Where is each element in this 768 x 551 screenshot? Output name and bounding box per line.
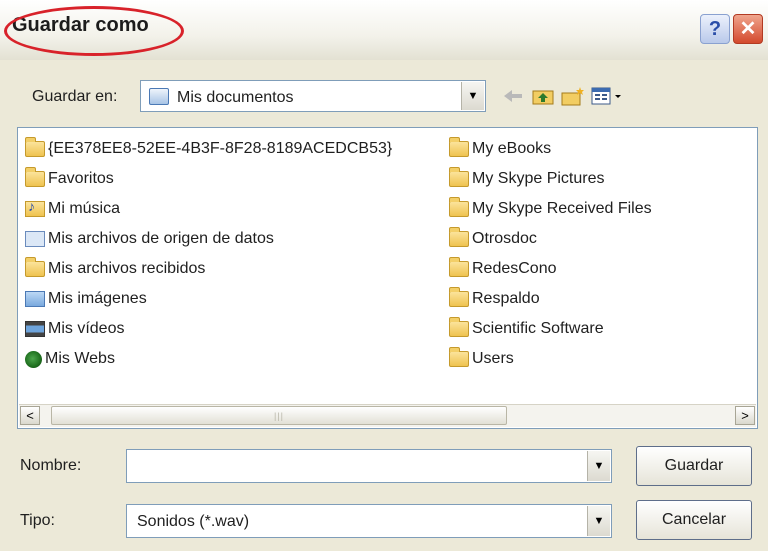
list-item[interactable]: RedesCono — [449, 257, 557, 281]
name-input[interactable]: ▼ — [126, 449, 612, 483]
list-item[interactable]: Mis archivos de origen de datos — [25, 227, 274, 251]
folder-icon — [449, 317, 469, 337]
folder-icon — [449, 347, 469, 367]
list-item[interactable]: Mis vídeos — [25, 317, 124, 341]
name-label: Nombre: — [20, 457, 82, 474]
save-in-dropdown[interactable]: Mis documentos ▼ — [140, 80, 486, 112]
file-type-select[interactable]: Sonidos (*.wav) ▼ — [126, 504, 612, 538]
folder-icon — [449, 167, 469, 187]
save-as-dialog: Guardar como ? ✕ Guardar en: Mis documen… — [0, 0, 768, 551]
file-type-value: Sonidos (*.wav) — [137, 513, 250, 530]
folder-icon — [449, 227, 469, 247]
horizontal-scrollbar[interactable]: < ||| > — [19, 404, 756, 427]
videos-folder-icon — [25, 321, 45, 337]
save-in-location: Mis documentos — [177, 89, 294, 106]
folder-icon — [25, 167, 45, 187]
folder-icon — [449, 257, 469, 277]
list-item[interactable]: My eBooks — [449, 137, 551, 161]
list-item[interactable]: Mis Webs — [25, 347, 115, 371]
scroll-left-button[interactable]: < — [20, 406, 40, 425]
highlight-circle — [4, 6, 184, 56]
chevron-down-icon[interactable]: ▼ — [461, 82, 484, 110]
save-button[interactable]: Guardar — [636, 446, 752, 486]
cancel-button[interactable]: Cancelar — [636, 500, 752, 540]
folder-icon — [25, 257, 45, 277]
scroll-right-button[interactable]: > — [735, 406, 755, 425]
folder-icon — [25, 137, 45, 157]
list-item[interactable]: Mis archivos recibidos — [25, 257, 205, 281]
scroll-thumb[interactable]: ||| — [51, 406, 507, 425]
list-item[interactable]: Users — [449, 347, 514, 371]
file-list[interactable]: {EE378EE8-52EE-4B3F-8F28-8189ACEDCB53} F… — [17, 127, 758, 429]
help-button[interactable]: ? — [700, 14, 730, 44]
data-sources-icon — [25, 231, 45, 247]
title-bar: Guardar como ? ✕ — [0, 0, 768, 60]
folder-icon — [449, 197, 469, 217]
list-item[interactable]: Mis imágenes — [25, 287, 147, 311]
up-folder-icon[interactable] — [530, 84, 556, 108]
list-item[interactable]: Scientific Software — [449, 317, 604, 341]
list-item[interactable]: Favoritos — [25, 167, 114, 191]
type-label: Tipo: — [20, 512, 55, 529]
back-icon[interactable] — [500, 84, 526, 108]
list-item[interactable]: My Skype Pictures — [449, 167, 604, 191]
view-menu-icon[interactable] — [590, 84, 626, 108]
music-folder-icon — [25, 198, 45, 217]
documents-folder-icon — [149, 88, 169, 105]
save-in-label: Guardar en: — [32, 88, 118, 105]
pictures-folder-icon — [25, 291, 45, 307]
chevron-down-icon[interactable]: ▼ — [587, 506, 610, 536]
list-item[interactable]: My Skype Received Files — [449, 197, 652, 221]
new-folder-icon[interactable] — [560, 84, 586, 108]
list-item[interactable]: Mi música — [25, 197, 120, 221]
close-button[interactable]: ✕ — [733, 14, 763, 44]
webs-globe-icon — [25, 350, 42, 368]
list-item[interactable]: {EE378EE8-52EE-4B3F-8F28-8189ACEDCB53} — [25, 137, 392, 161]
chevron-down-icon[interactable]: ▼ — [587, 451, 610, 481]
folder-icon — [449, 287, 469, 307]
folder-icon — [449, 137, 469, 157]
list-item[interactable]: Respaldo — [449, 287, 540, 311]
list-item[interactable]: Otrosdoc — [449, 227, 537, 251]
